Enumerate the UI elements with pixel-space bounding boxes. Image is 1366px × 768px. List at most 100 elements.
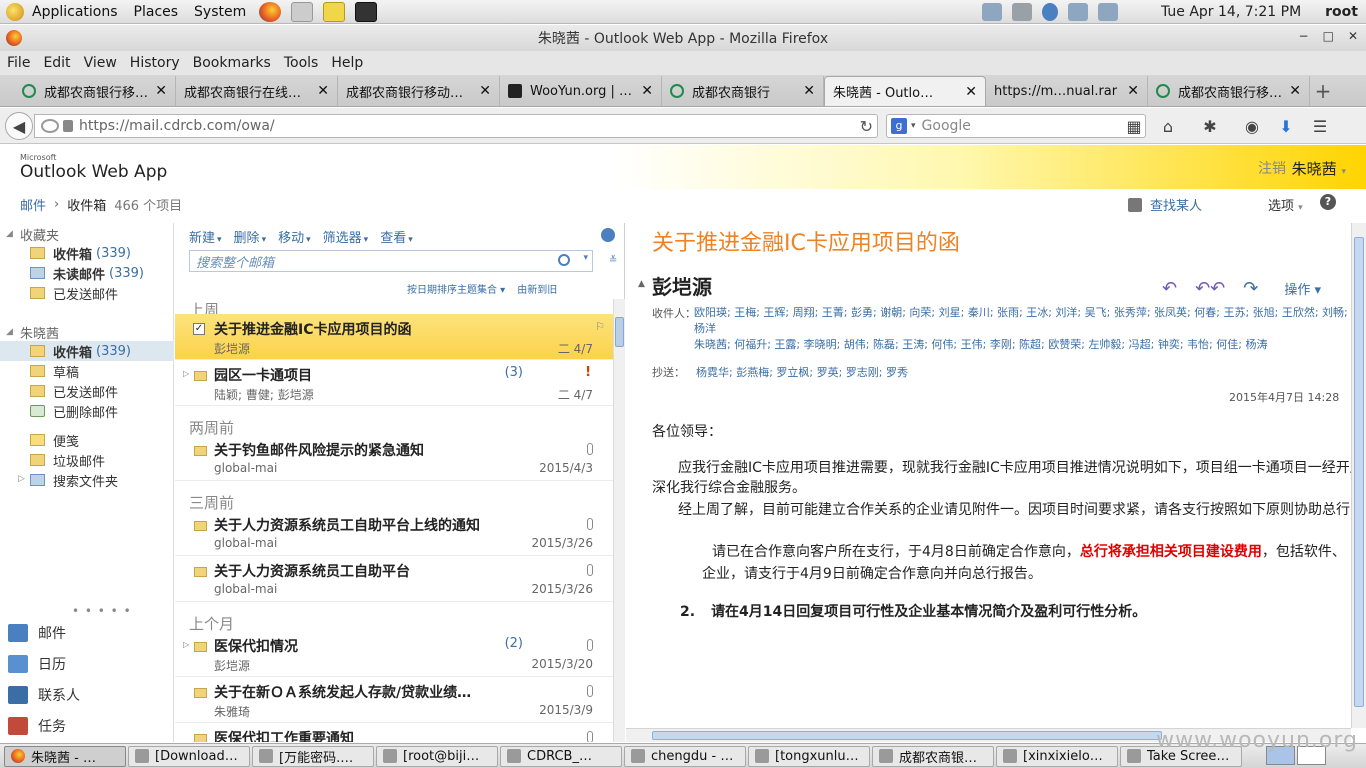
reload-icon[interactable]: ↻: [860, 117, 873, 136]
to-line-2[interactable]: 朱晓茜; 何福升; 王露; 李晓明; 胡伟; 陈磊; 王涛; 何伟; 王伟; 李…: [694, 337, 1354, 353]
collapse-header-icon[interactable]: ▲: [638, 279, 645, 289]
sort-order-button[interactable]: 由新到旧: [517, 281, 557, 296]
to-line-1[interactable]: 欧阳瑛; 王梅; 王辉; 周翔; 王菁; 彭勇; 谢朝; 向荣; 刘星; 秦川;…: [694, 305, 1354, 337]
clock[interactable]: Tue Apr 14, 7:21 PM: [1161, 4, 1301, 20]
folder-mailbox-3[interactable]: 已删除邮件: [0, 401, 174, 421]
taskbar-item-4[interactable]: CDRCB_…: [500, 745, 622, 767]
panel-user[interactable]: root: [1325, 4, 1358, 20]
tab-close-icon[interactable]: ✕: [1127, 83, 1139, 99]
extension-icon[interactable]: ✱: [1200, 116, 1220, 136]
message-row[interactable]: 医保代扣工作重要通知: [175, 723, 613, 742]
cc-recipients[interactable]: 杨霓华; 彭燕梅; 罗立枫; 罗英; 罗志刚; 罗秀: [696, 364, 908, 380]
sort-by-button[interactable]: 按日期排序主题集合 ▾: [407, 281, 505, 296]
toolbar-button-3[interactable]: 筛选器 ▾: [323, 227, 369, 246]
taskbar-item-7[interactable]: 成都农商银…: [872, 745, 994, 767]
message-list-scroll-thumb[interactable]: [615, 317, 624, 347]
taskbar-item-5[interactable]: chengdu - …: [624, 745, 746, 767]
expand-search-folders-icon[interactable]: ▷: [18, 474, 25, 484]
display-icon[interactable]: [1067, 3, 1088, 21]
taskbar-item-2[interactable]: [万能密码.…: [252, 745, 374, 767]
collapse-mailbox-icon[interactable]: ◢: [6, 327, 13, 337]
module-calendar[interactable]: 日历: [8, 650, 168, 678]
minimize-button[interactable]: −: [1299, 29, 1309, 43]
tab-close-icon[interactable]: ✕: [479, 83, 491, 99]
tab-7[interactable]: 成都农商银行移… ✕: [1148, 76, 1310, 106]
network-icon[interactable]: [981, 3, 1002, 21]
google-icon[interactable]: g: [891, 118, 907, 134]
module-contacts[interactable]: 联系人: [8, 681, 168, 709]
menu-view[interactable]: View: [77, 55, 123, 71]
toolbar-button-1[interactable]: 删除 ▾: [234, 227, 267, 246]
tab-3[interactable]: WooYun.org | … ✕: [500, 76, 662, 106]
identity-icon[interactable]: [41, 119, 59, 133]
message-row[interactable]: ✓ ⚐ 关于推进金融IC卡应用项目的函 彭垲源 二 4/7: [175, 314, 613, 360]
notes-launcher-icon[interactable]: [323, 1, 346, 22]
tab-5[interactable]: 朱晓茜 - Outlo… ✕: [824, 76, 986, 236]
new-tab-button[interactable]: +: [1310, 76, 1336, 106]
search-bar[interactable]: g ▾ Google: [886, 114, 1146, 138]
pane-resize-handle[interactable]: • • • • •: [72, 604, 132, 618]
module-mail[interactable]: 邮件: [8, 619, 168, 647]
taskbar-item-6[interactable]: [tongxunlu…: [748, 745, 870, 767]
tab-close-icon[interactable]: ✕: [803, 83, 815, 99]
expand-thread-icon[interactable]: ▷: [183, 640, 189, 649]
proxy-icon[interactable]: ◉: [1242, 116, 1262, 136]
menu-history[interactable]: History: [123, 55, 186, 71]
update-icon[interactable]: [1097, 3, 1118, 21]
message-row[interactable]: 关于人力资源系统员工自助平台 global-mai 2015/3/26: [175, 556, 613, 602]
taskbar-item-1[interactable]: [Download…: [128, 745, 250, 767]
taskbar-item-8[interactable]: [xinxixielo…: [996, 745, 1118, 767]
reading-vertical-scrollbar[interactable]: [1351, 223, 1366, 728]
breadcrumb-mail[interactable]: 邮件: [20, 195, 46, 214]
mail-launcher-icon[interactable]: [291, 1, 314, 22]
back-button[interactable]: ◀: [5, 112, 33, 140]
search-options-icon[interactable]: ▾: [583, 253, 588, 263]
reading-from[interactable]: 彭垲源: [652, 271, 712, 300]
collapse-favorites-icon[interactable]: ◢: [6, 229, 13, 239]
menu-file[interactable]: File: [0, 55, 36, 71]
folder-other-0[interactable]: 便笺: [0, 430, 174, 450]
search-icon[interactable]: [558, 254, 570, 266]
tab-close-icon[interactable]: ✕: [317, 83, 329, 99]
taskbar-item-3[interactable]: [root@biji…: [376, 745, 498, 767]
places-menu[interactable]: Places: [126, 4, 187, 20]
signout-link[interactable]: 注销: [1258, 158, 1286, 178]
tab-close-icon[interactable]: ✕: [641, 83, 653, 99]
message-row[interactable]: 关于钓鱼邮件风险提示的紧急通知 global-mai 2015/4/3: [175, 435, 613, 481]
menu-edit[interactable]: Edit: [36, 55, 76, 71]
message-row[interactable]: 关于人力资源系统员工自助平台上线的通知 global-mai 2015/3/26: [175, 510, 613, 556]
menu-tools[interactable]: Tools: [277, 55, 325, 71]
puzzle-icon[interactable]: ▦: [1124, 116, 1144, 136]
tab-close-icon[interactable]: ✕: [965, 84, 977, 100]
menu-bookmarks[interactable]: Bookmarks: [186, 55, 277, 71]
message-list-scrollbar[interactable]: [613, 299, 625, 742]
download-icon[interactable]: ⬇: [1276, 116, 1296, 136]
tab-4[interactable]: 成都农商银行 ✕: [662, 76, 824, 106]
expand-search-icon[interactable]: ≚: [609, 255, 617, 266]
toolbar-button-0[interactable]: 新建 ▾: [189, 227, 222, 246]
home-icon[interactable]: ⌂: [1158, 116, 1178, 136]
message-row[interactable]: ▷ 医保代扣情况 彭垲源 2015/3/20 (2): [175, 631, 613, 677]
search-engine-dropdown-icon[interactable]: ▾: [911, 121, 916, 131]
close-window-button[interactable]: ✕: [1348, 29, 1358, 43]
hamburger-menu-icon[interactable]: ☰: [1310, 116, 1330, 136]
folder-other-1[interactable]: 垃圾邮件: [0, 450, 174, 470]
tab-1[interactable]: 成都农商银行在线… ✕: [176, 76, 338, 106]
gnome-foot-icon[interactable]: [6, 2, 24, 21]
volume-icon[interactable]: [1011, 3, 1032, 21]
folder-mailbox-2[interactable]: 已发送邮件: [0, 381, 174, 401]
message-row[interactable]: 关于在新ＯＡ系统发起人存款/贷款业绩… 朱雅琦 2015/3/9: [175, 677, 613, 723]
toolbar-button-2[interactable]: 移动 ▾: [278, 227, 311, 246]
tab-6[interactable]: https://m…nual.rar ✕: [986, 76, 1148, 106]
help-icon[interactable]: ?: [1320, 194, 1336, 210]
firefox-launcher-icon[interactable]: [259, 1, 282, 22]
search-mailbox-input[interactable]: 搜索整个邮箱 ▾: [189, 250, 593, 272]
forward-icon[interactable]: ↷: [1243, 278, 1258, 299]
folder-other-2[interactable]: 搜索文件夹: [0, 470, 174, 490]
actions-menu[interactable]: 操作 ▾: [1284, 279, 1321, 298]
message-row[interactable]: ▷ 园区一卡通项目 陆颖; 曹健; 彭垲源 二 4/7 (3)!: [175, 360, 613, 406]
reading-horizontal-scroll-thumb[interactable]: [652, 731, 1162, 740]
terminal-launcher-icon[interactable]: [355, 1, 378, 22]
mailbox-label[interactable]: 朱晓茜: [20, 323, 59, 342]
tab-2[interactable]: 成都农商银行移动… ✕: [338, 76, 500, 106]
